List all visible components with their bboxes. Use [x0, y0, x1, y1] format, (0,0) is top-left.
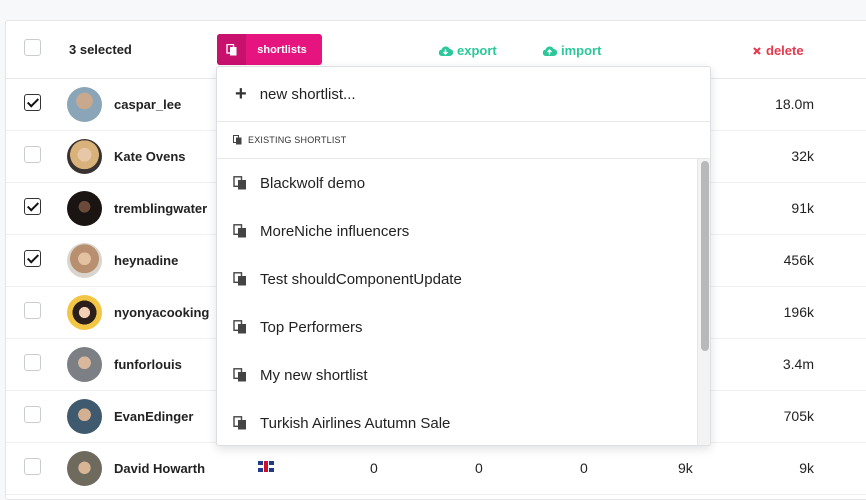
- reach-value: 705k: [783, 408, 814, 424]
- username[interactable]: Kate Ovens: [114, 149, 186, 164]
- avatar: [67, 451, 102, 486]
- shortlist-item[interactable]: MoreNiche influencers: [217, 207, 710, 255]
- shortlists-button[interactable]: shortlists: [217, 34, 322, 65]
- username[interactable]: funforlouis: [114, 357, 182, 372]
- shortlist-icon: [233, 224, 246, 238]
- export-button[interactable]: export: [438, 43, 497, 58]
- table-row[interactable]: David Howarth 0 0 0 9k 9k: [6, 443, 866, 495]
- shortlist-item[interactable]: My new shortlist: [217, 351, 710, 399]
- avatar: [67, 295, 102, 330]
- cloud-upload-icon: [542, 45, 557, 56]
- import-label: import: [561, 43, 602, 58]
- username[interactable]: EvanEdinger: [114, 409, 193, 424]
- shortlist-dropdown: + new shortlist... EXISTING SHORTLIST Bl…: [216, 66, 711, 446]
- row-checkbox[interactable]: [24, 458, 41, 475]
- avatar: [67, 191, 102, 226]
- new-shortlist-item[interactable]: + new shortlist...: [217, 67, 710, 122]
- scrollbar-thumb[interactable]: [701, 161, 709, 351]
- import-button[interactable]: import: [542, 43, 601, 58]
- avatar: [67, 87, 102, 122]
- shortlist-icon: [233, 272, 246, 286]
- username[interactable]: tremblingwater: [114, 201, 207, 216]
- username[interactable]: nyonyacooking: [114, 305, 209, 320]
- row-checkbox[interactable]: [24, 250, 41, 267]
- avatar: [67, 399, 102, 434]
- shortlist-name: Turkish Airlines Autumn Sale: [260, 414, 451, 432]
- delete-button[interactable]: delete: [752, 43, 804, 58]
- delete-label: delete: [766, 43, 804, 58]
- uk-flag-icon: [258, 461, 274, 472]
- close-icon: [753, 46, 761, 55]
- stat-cell: 0: [370, 460, 378, 476]
- shortlist-name: MoreNiche influencers: [260, 222, 410, 240]
- row-checkbox[interactable]: [24, 198, 41, 215]
- reach-value: 196k: [783, 304, 814, 320]
- row-checkbox[interactable]: [24, 406, 41, 423]
- username[interactable]: David Howarth: [114, 461, 205, 476]
- stat-cell: 0: [580, 460, 588, 476]
- shortlist-list: Blackwolf demo MoreNiche influencers Tes…: [217, 159, 710, 445]
- shortlist-item[interactable]: Turkish Airlines Autumn Sale: [217, 399, 710, 445]
- shortlist-item[interactable]: Test shouldComponentUpdate: [217, 255, 710, 303]
- avatar: [67, 347, 102, 382]
- row-checkbox[interactable]: [24, 94, 41, 111]
- reach-value: 456k: [783, 252, 814, 268]
- reach-value: 9k: [799, 460, 814, 476]
- stat-cell: 9k: [678, 460, 693, 476]
- cloud-download-icon: [438, 45, 453, 56]
- row-checkbox[interactable]: [24, 354, 41, 371]
- export-label: export: [457, 43, 497, 58]
- shortlist-icon: [233, 416, 246, 430]
- shortlist-name: Top Performers: [260, 318, 363, 336]
- avatar: [67, 139, 102, 174]
- reach-value: 91k: [791, 200, 814, 216]
- shortlist-icon: [233, 320, 246, 334]
- selected-count: 3 selected: [69, 42, 132, 57]
- shortlist-icon: [217, 34, 246, 65]
- shortlist-item[interactable]: Blackwolf demo: [217, 159, 710, 207]
- shortlist-item[interactable]: Top Performers: [217, 303, 710, 351]
- reach-value: 18.0m: [775, 96, 814, 112]
- shortlist-name: Blackwolf demo: [260, 174, 366, 192]
- new-shortlist-label: new shortlist...: [259, 85, 356, 103]
- shortlist-icon: [233, 368, 246, 382]
- shortlist-name: My new shortlist: [260, 366, 368, 384]
- row-checkbox[interactable]: [24, 302, 41, 319]
- avatar: [67, 243, 102, 278]
- row-checkbox[interactable]: [24, 146, 41, 163]
- select-all-checkbox[interactable]: [24, 39, 41, 56]
- shortlists-label: shortlists: [257, 43, 307, 56]
- dropdown-scrollbar[interactable]: [697, 159, 710, 445]
- plus-icon: +: [235, 83, 247, 105]
- shortlist-icon: [233, 135, 242, 145]
- shortlist-icon: [233, 176, 246, 190]
- existing-shortlist-header: EXISTING SHORTLIST: [217, 122, 710, 159]
- reach-value: 32k: [791, 148, 814, 164]
- section-label: EXISTING SHORTLIST: [248, 135, 347, 145]
- username[interactable]: heynadine: [114, 253, 178, 268]
- stat-cell: 0: [475, 460, 483, 476]
- username[interactable]: caspar_lee: [114, 97, 181, 112]
- reach-value: 3.4m: [782, 356, 814, 372]
- shortlist-name: Test shouldComponentUpdate: [260, 270, 462, 288]
